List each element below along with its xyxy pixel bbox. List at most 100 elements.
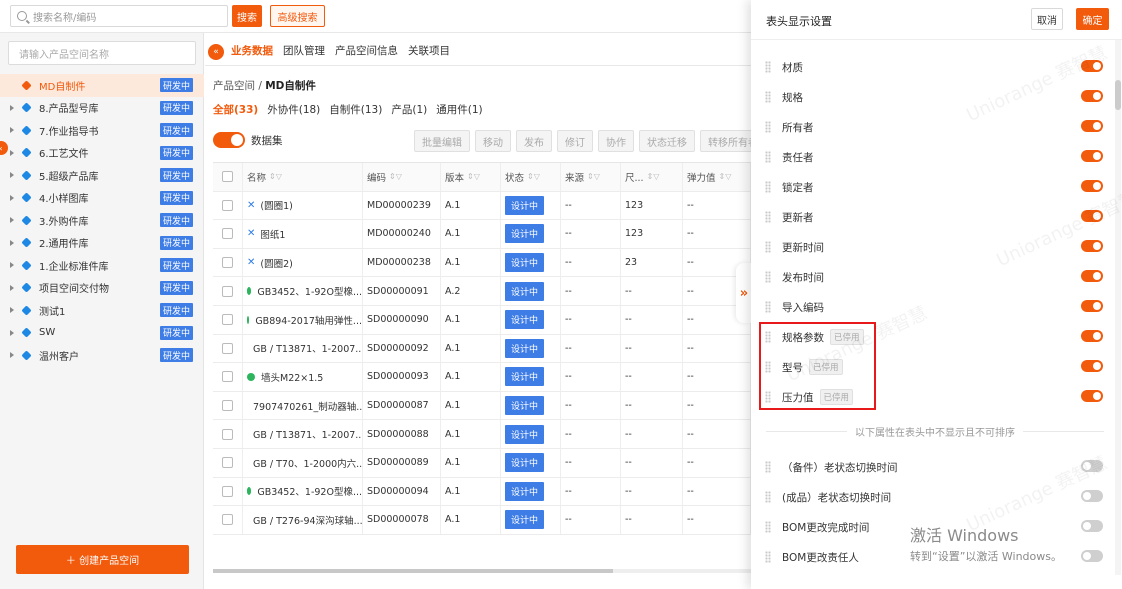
toolbar-button[interactable]: 批量编辑: [414, 130, 470, 152]
drag-handle-icon[interactable]: [765, 121, 771, 133]
row-checkbox[interactable]: [222, 514, 233, 526]
row-checkbox[interactable]: [222, 199, 233, 211]
type-filter-tab[interactable]: 通用件(1): [436, 102, 482, 117]
table-row[interactable]: GB3452、1-92O型橡... SD00000094 A.1 设计中 -- -- --: [213, 477, 751, 507]
confirm-button[interactable]: 确定: [1076, 8, 1109, 30]
caret-right-icon[interactable]: [10, 329, 14, 336]
type-filter-tab[interactable]: 产品(1): [391, 102, 427, 117]
sidebar-tree-item[interactable]: 7.作业指导书 研发中: [0, 119, 204, 142]
sidebar-tree-item[interactable]: 8.产品型号库 研发中: [0, 97, 204, 120]
item-name[interactable]: GB / T70、1-2000内六...: [253, 456, 362, 470]
item-name[interactable]: GB / T276-94深沟球轴...: [253, 513, 362, 527]
sidebar-tree-item[interactable]: 4.小样图库 研发中: [0, 187, 204, 210]
attribute-toggle[interactable]: [1081, 60, 1103, 72]
item-name[interactable]: GB / T13871、1-2007...: [253, 427, 362, 441]
caret-right-icon[interactable]: [10, 307, 14, 314]
attribute-toggle[interactable]: [1081, 90, 1103, 102]
attribute-toggle[interactable]: [1081, 210, 1103, 222]
table-row[interactable]: GB / T13871、1-2007... SD00000092 A.1 设计中 -- -…: [213, 334, 751, 364]
sidebar-tree-item[interactable]: 2.通用件库 研发中: [0, 232, 204, 255]
row-checkbox[interactable]: [222, 257, 233, 269]
table-row[interactable]: ✕ 图纸1 MD00000240 A.1 设计中 -- 123 --: [213, 220, 751, 249]
drag-handle-icon[interactable]: [765, 241, 771, 253]
drag-handle-icon[interactable]: [765, 461, 771, 473]
drag-handle-icon[interactable]: [765, 391, 771, 403]
item-name[interactable]: GB3452、1-92O型橡...: [257, 484, 362, 498]
cancel-button[interactable]: 取消: [1031, 8, 1063, 30]
attribute-toggle[interactable]: [1081, 120, 1103, 132]
item-name[interactable]: GB / T13871、1-2007...: [253, 341, 362, 355]
attribute-toggle[interactable]: [1081, 360, 1103, 372]
sidebar-tree-item[interactable]: SW 研发中: [0, 322, 204, 345]
row-checkbox[interactable]: [222, 485, 233, 497]
dataset-toggle[interactable]: [213, 132, 245, 148]
attribute-toggle[interactable]: [1081, 550, 1103, 562]
attribute-toggle[interactable]: [1081, 300, 1103, 312]
toolbar-button[interactable]: 发布: [516, 130, 552, 152]
drag-handle-icon[interactable]: [765, 331, 771, 343]
attribute-toggle[interactable]: [1081, 520, 1103, 532]
back-double-chevron-icon[interactable]: «: [208, 44, 224, 60]
sidebar-tree-item[interactable]: MD自制件 研发中: [0, 74, 204, 97]
row-checkbox[interactable]: [222, 457, 233, 469]
sidebar-tree-item[interactable]: 项目空间交付物 研发中: [0, 277, 204, 300]
create-product-space-button[interactable]: ＋ 创建产品空间: [16, 545, 189, 574]
panel-vertical-scrollbar[interactable]: [1115, 40, 1121, 575]
advanced-search-button[interactable]: 高级搜索: [270, 5, 325, 27]
sort-filter-icon[interactable]: ⇕▽: [389, 172, 402, 181]
sidebar-tree-item[interactable]: 温州客户 研发中: [0, 344, 204, 367]
table-horizontal-scrollbar[interactable]: [213, 569, 751, 573]
attribute-toggle[interactable]: [1081, 240, 1103, 252]
item-name[interactable]: GB894-2017轴用弹性...: [255, 313, 362, 327]
caret-right-icon[interactable]: [10, 352, 14, 359]
column-header[interactable]: 来源 ⇕▽: [561, 163, 621, 191]
sidebar-tree-item[interactable]: 5.超级产品库 研发中: [0, 164, 204, 187]
sort-filter-icon[interactable]: ⇕▽: [719, 172, 732, 181]
row-checkbox[interactable]: [222, 314, 233, 326]
drag-handle-icon[interactable]: [765, 301, 771, 313]
table-row[interactable]: ✕ (圆圈2) MD00000238 A.1 设计中 -- 23 --: [213, 248, 751, 278]
caret-right-icon[interactable]: [10, 217, 14, 224]
attribute-toggle[interactable]: [1081, 330, 1103, 342]
global-search-input[interactable]: 搜索名称/编码: [10, 5, 228, 27]
caret-right-icon[interactable]: [10, 149, 14, 156]
drag-handle-icon[interactable]: [765, 521, 771, 533]
caret-right-icon[interactable]: [10, 194, 14, 201]
caret-right-icon[interactable]: [10, 262, 14, 269]
drag-handle-icon[interactable]: [765, 551, 771, 563]
scrollbar-thumb[interactable]: [1115, 80, 1121, 110]
item-name[interactable]: 图纸1: [260, 227, 285, 241]
table-row[interactable]: GB / T70、1-2000内六... SD00000089 A.1 设计中 -- --…: [213, 448, 751, 478]
sidebar-tree-item[interactable]: 6.工艺文件 研发中: [0, 142, 204, 165]
table-row[interactable]: GB894-2017轴用弹性... SD00000090 A.1 设计中 -- -- --: [213, 305, 751, 335]
drawer-expand-icon[interactable]: »: [736, 263, 752, 323]
column-header[interactable]: 版本 ⇕▽: [441, 163, 501, 191]
drag-handle-icon[interactable]: [765, 491, 771, 503]
row-checkbox[interactable]: [222, 371, 233, 383]
sort-filter-icon[interactable]: ⇕▽: [647, 172, 660, 181]
sidebar-tree-item[interactable]: 测试1 研发中: [0, 299, 204, 322]
column-header[interactable]: 名称 ⇕▽: [243, 163, 363, 191]
table-row[interactable]: ✕ (圆圈1) MD00000239 A.1 设计中 -- 123 --: [213, 191, 751, 221]
toolbar-button[interactable]: 状态迁移: [639, 130, 695, 152]
nav-tab[interactable]: 业务数据: [231, 43, 273, 58]
attribute-toggle[interactable]: [1081, 270, 1103, 282]
product-space-search-input[interactable]: 请输入产品空间名称: [8, 41, 196, 65]
attribute-toggle[interactable]: [1081, 460, 1103, 472]
caret-right-icon[interactable]: [10, 284, 14, 291]
column-header[interactable]: 编码 ⇕▽: [363, 163, 441, 191]
sort-filter-icon[interactable]: ⇕▽: [269, 172, 282, 181]
table-row[interactable]: 墙头M22×1.5 SD00000093 A.1 设计中 -- -- --: [213, 363, 751, 392]
drag-handle-icon[interactable]: [765, 271, 771, 283]
column-header[interactable]: 状态 ⇕▽: [501, 163, 561, 191]
attribute-toggle[interactable]: [1081, 180, 1103, 192]
search-button[interactable]: 搜索: [232, 5, 262, 27]
table-row[interactable]: GB / T13871、1-2007... SD00000088 A.1 设计中 -- -…: [213, 420, 751, 449]
item-name[interactable]: 7907470261_制动器轴...: [253, 399, 362, 413]
sort-filter-icon[interactable]: ⇕▽: [527, 172, 540, 181]
nav-tab[interactable]: 产品空间信息: [335, 43, 398, 58]
sort-filter-icon[interactable]: ⇕▽: [587, 172, 600, 181]
toolbar-button[interactable]: 协作: [598, 130, 634, 152]
row-checkbox[interactable]: [222, 400, 233, 412]
attribute-toggle[interactable]: [1081, 490, 1103, 502]
